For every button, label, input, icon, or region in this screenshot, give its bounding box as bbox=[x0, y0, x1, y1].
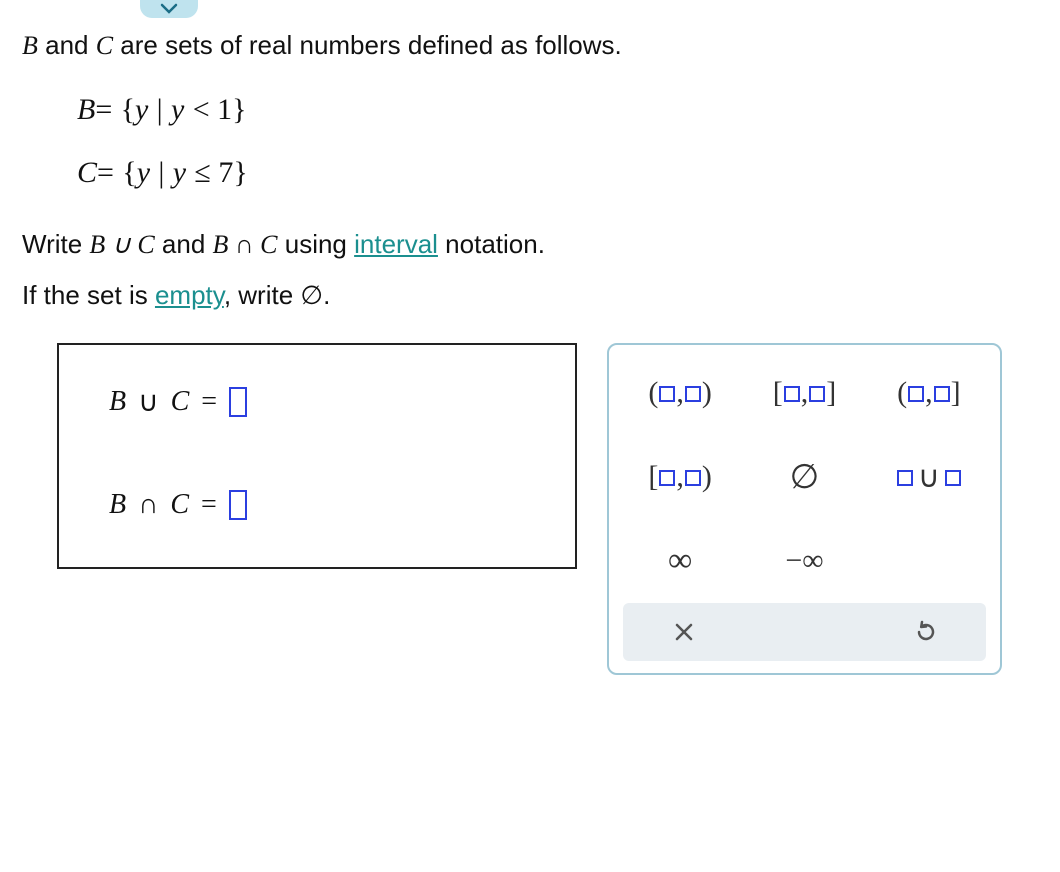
problem-intro: B and C are sets of real numbers defined… bbox=[22, 26, 1038, 65]
answer-area: B ∪ C = B ∩ C = bbox=[57, 343, 577, 569]
btn-neg-infinity[interactable]: −∞ bbox=[747, 525, 861, 597]
var-b: B bbox=[22, 31, 38, 60]
instruction-1: Write B ∪ C and B ∩ C using interval not… bbox=[22, 225, 1038, 264]
instruction-2: If the set is empty, write ∅. bbox=[22, 276, 1038, 315]
palette-footer bbox=[623, 603, 986, 661]
def-b: B= {y | y < 1} bbox=[77, 87, 1038, 132]
btn-open-open[interactable]: (,) bbox=[623, 357, 737, 429]
btn-open-closed[interactable]: (,] bbox=[872, 357, 986, 429]
close-icon bbox=[673, 621, 695, 643]
footer-spacer bbox=[744, 603, 865, 661]
empty-link[interactable]: empty bbox=[155, 280, 224, 310]
undo-icon bbox=[914, 620, 938, 644]
collapse-hint-chevron[interactable] bbox=[140, 0, 198, 18]
btn-closed-open[interactable]: [,) bbox=[623, 441, 737, 513]
intersect-input[interactable] bbox=[229, 490, 247, 520]
var-c: C bbox=[96, 31, 113, 60]
btn-empty-set[interactable]: ∅ bbox=[747, 441, 861, 513]
clear-button[interactable] bbox=[623, 603, 744, 661]
symbol-palette: (,) [,] (,] [,) ∅ ∪ ∞ −∞ bbox=[607, 343, 1002, 675]
btn-closed-closed[interactable]: [,] bbox=[747, 357, 861, 429]
union-input[interactable] bbox=[229, 387, 247, 417]
answer-intersect-row: B ∩ C = bbox=[109, 489, 535, 521]
answer-union-row: B ∪ C = bbox=[109, 385, 535, 419]
btn-blank bbox=[872, 525, 986, 597]
interval-link[interactable]: interval bbox=[354, 229, 438, 259]
btn-union-template[interactable]: ∪ bbox=[872, 441, 986, 513]
set-definitions: B= {y | y < 1} C= {y | y ≤ 7} bbox=[22, 87, 1038, 195]
btn-infinity[interactable]: ∞ bbox=[623, 525, 737, 597]
def-c: C= {y | y ≤ 7} bbox=[77, 150, 1038, 195]
undo-button[interactable] bbox=[865, 603, 986, 661]
